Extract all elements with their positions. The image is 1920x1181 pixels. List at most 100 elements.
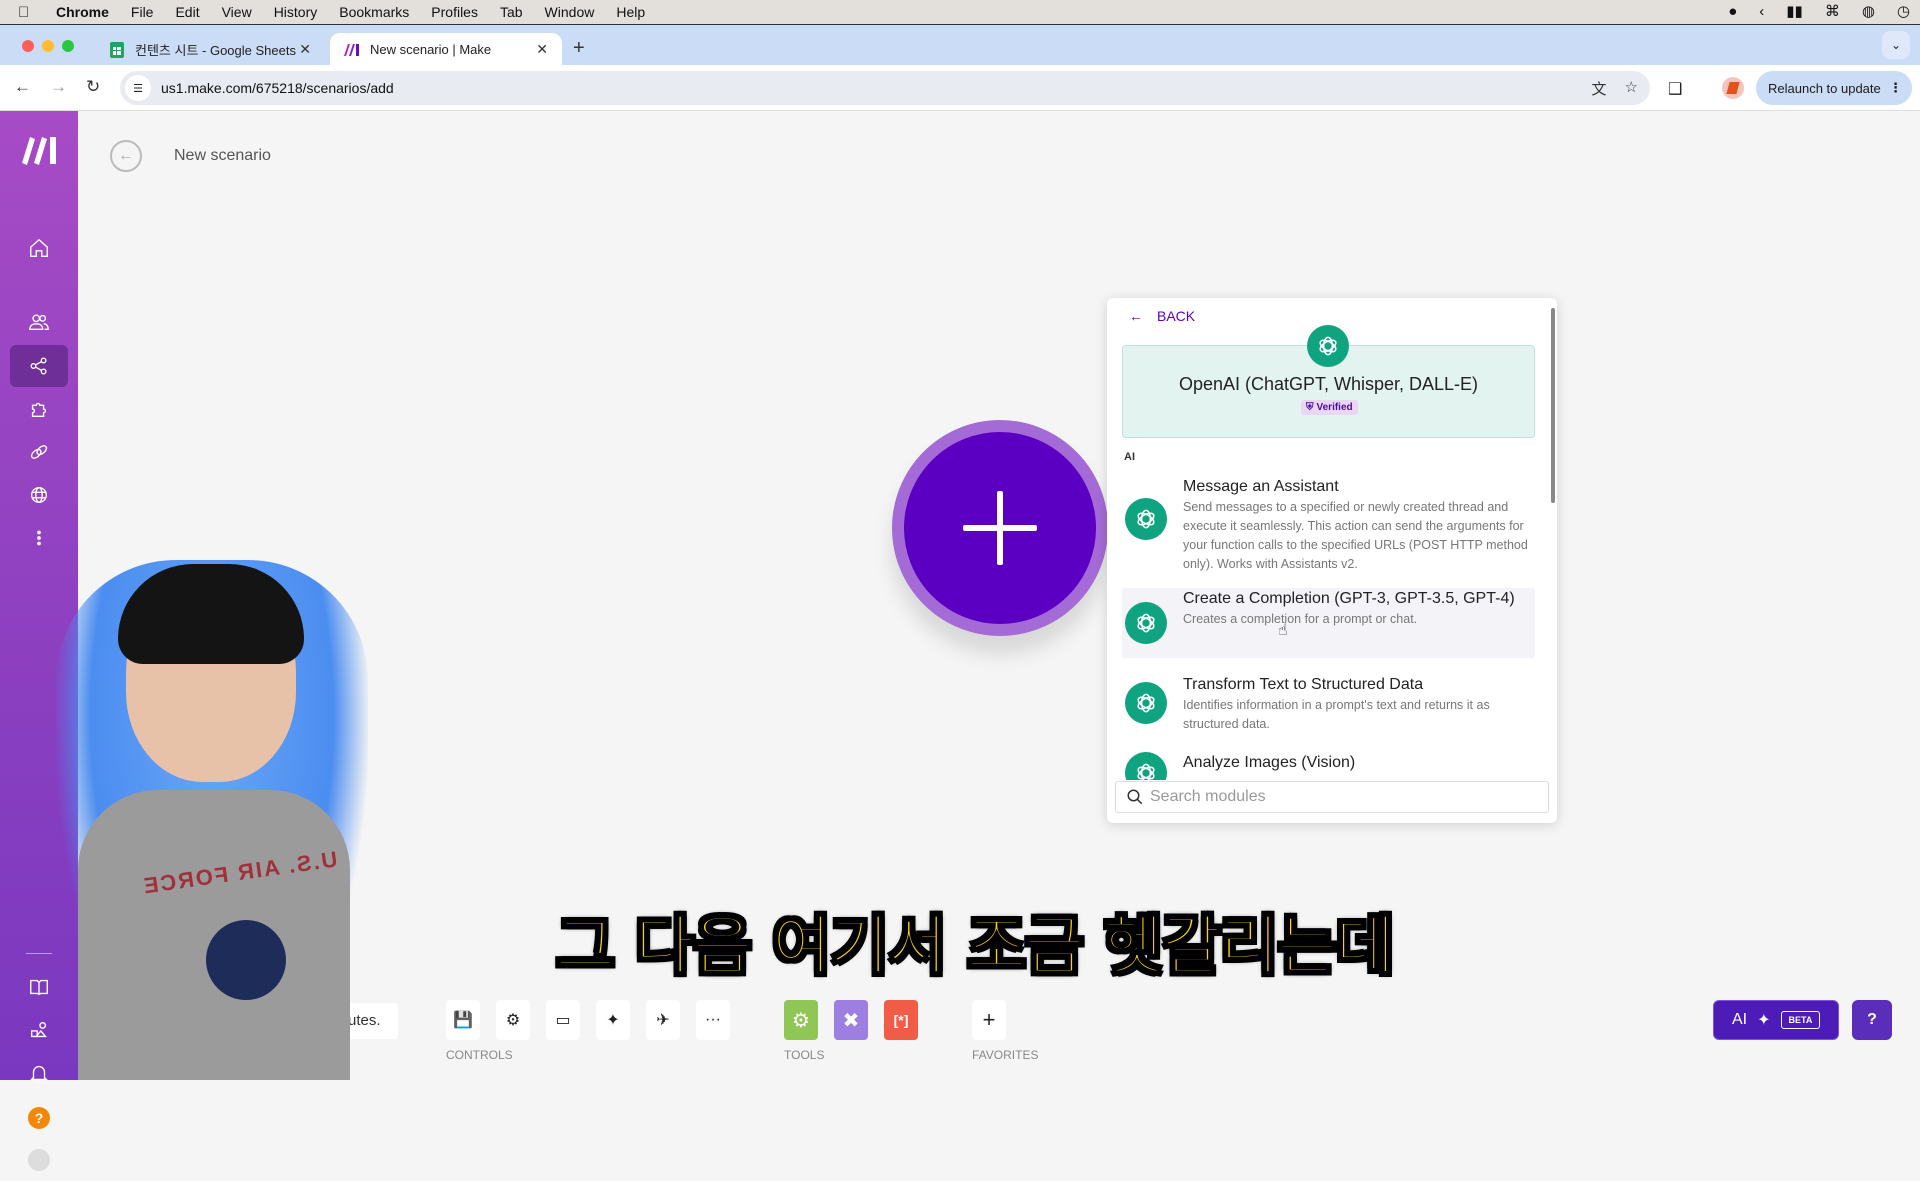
- module-item[interactable]: Create a Completion (GPT-3, GPT-3.5, GPT…: [1122, 588, 1535, 658]
- forward-arrow-icon[interactable]: →: [50, 77, 67, 97]
- menu-help[interactable]: Help: [616, 4, 645, 20]
- scenario-settings-button[interactable]: ⚙: [496, 1000, 530, 1040]
- close-tab-icon[interactable]: ✕: [299, 41, 311, 58]
- ellipsis-icon: ···: [705, 1011, 721, 1028]
- relaunch-label: Relaunch to update: [1768, 80, 1881, 96]
- auto-align-button[interactable]: ✦: [596, 1000, 630, 1040]
- menu-window[interactable]: Window: [545, 4, 595, 20]
- ai-assistant-button[interactable]: AI ✦ BETA: [1713, 1000, 1839, 1040]
- make-logo-icon[interactable]: [20, 135, 60, 165]
- scenario-title[interactable]: New scenario: [174, 147, 271, 165]
- help-chat-button[interactable]: ?: [1852, 1000, 1892, 1040]
- back-arrow-icon[interactable]: ←: [14, 77, 31, 97]
- menu-profiles[interactable]: Profiles: [431, 4, 478, 20]
- tab-search-button[interactable]: ⌄: [1882, 31, 1910, 59]
- site-settings-icon[interactable]: ☰: [125, 75, 151, 101]
- apple-icon[interactable]: : [18, 4, 38, 21]
- maximize-window-button[interactable]: [62, 40, 74, 52]
- back-circle-button[interactable]: ←: [110, 140, 142, 172]
- reload-icon[interactable]: ↻: [86, 77, 100, 97]
- add-module-button[interactable]: [892, 420, 1108, 636]
- kebab-menu-icon[interactable]: ⋮: [1889, 80, 1902, 96]
- address-bar[interactable]: ☰ us1.make.com/675218/scenarios/add 文 ☆: [120, 71, 1650, 105]
- pointer-hand-cursor-icon: ☝: [1278, 622, 1288, 639]
- control-center-icon[interactable]: ◍: [1862, 2, 1875, 20]
- module-item[interactable]: Analyze Images (Vision): [1122, 752, 1535, 780]
- search-modules-input[interactable]: [1150, 788, 1530, 806]
- scenario-header: ← New scenario: [110, 140, 271, 172]
- flow-control-button[interactable]: ⚙: [784, 1000, 818, 1040]
- menu-bookmarks[interactable]: Bookmarks: [339, 4, 409, 20]
- menu-history[interactable]: History: [274, 4, 318, 20]
- menu-app-name[interactable]: Chrome: [56, 4, 109, 20]
- battery-icon[interactable]: ▮▮: [1786, 2, 1803, 20]
- extensions-puzzle-icon[interactable]: ❑: [1668, 79, 1682, 99]
- translate-icon[interactable]: 文: [1592, 78, 1607, 99]
- back-button[interactable]: ← BACK: [1129, 308, 1195, 324]
- sidebar-item-more[interactable]: [10, 517, 68, 559]
- more-vertical-icon: [37, 530, 41, 546]
- sidebar-item-webhooks[interactable]: [10, 474, 68, 516]
- record-icon[interactable]: ●: [1728, 3, 1737, 20]
- section-label: AI: [1124, 451, 1135, 463]
- sidebar-item-profile[interactable]: [10, 1139, 68, 1181]
- presenter-hair: [118, 564, 304, 664]
- chevron-left-icon[interactable]: ‹: [1759, 3, 1764, 20]
- controls-label: CONTROLS: [446, 1048, 513, 1062]
- panel-scrollbar[interactable]: [1551, 308, 1555, 503]
- save-button[interactable]: 💾: [446, 1000, 480, 1040]
- verified-badge: ⛨ Verified: [1301, 400, 1358, 415]
- module-title: Create a Completion (GPT-3, GPT-3.5, GPT…: [1183, 590, 1515, 607]
- search-modules-field[interactable]: [1115, 781, 1549, 813]
- menu-file[interactable]: File: [131, 4, 154, 20]
- gear-icon: ⚙: [505, 1012, 521, 1029]
- openai-logo-icon: [1307, 325, 1349, 367]
- tab-google-sheets[interactable]: 컨텐츠 시트 - Google Sheets ✕: [95, 33, 325, 66]
- sidebar-item-connections[interactable]: [10, 431, 68, 473]
- module-description: Identifies information in a prompt's tex…: [1183, 698, 1490, 731]
- menu-edit[interactable]: Edit: [175, 4, 199, 20]
- module-title: Transform Text to Structured Data: [1183, 676, 1424, 693]
- menu-tab[interactable]: Tab: [500, 4, 523, 20]
- profile-avatar[interactable]: [1722, 77, 1744, 99]
- status-icons: ● ‹ ▮▮ ⌘ ◍ ◷: [1728, 2, 1910, 21]
- more-controls-button[interactable]: ···: [696, 1000, 730, 1040]
- module-description: Creates a completion for a prompt or cha…: [1183, 612, 1418, 626]
- airplane-icon: ✈: [656, 1012, 670, 1029]
- sidebar-item-home[interactable]: [10, 227, 68, 269]
- module-description: Send messages to a specified or newly cr…: [1183, 500, 1528, 571]
- sidebar-item-team[interactable]: [10, 301, 68, 343]
- minimize-window-button[interactable]: [42, 40, 54, 52]
- text-parser-button[interactable]: [*]: [884, 1000, 918, 1040]
- sidebar-item-help[interactable]: ?: [10, 1097, 68, 1139]
- browser-tab-strip: 컨텐츠 시트 - Google Sheets ✕ New scenario | …: [0, 24, 1920, 66]
- module-item[interactable]: Message an Assistant Send messages to a …: [1122, 476, 1535, 576]
- module-picker-panel: ← BACK OpenAI (ChatGPT, Whisper, DALL-E)…: [1107, 298, 1557, 823]
- tab-title: 컨텐츠 시트 - Google Sheets: [135, 43, 296, 58]
- sidebar-item-scenarios[interactable]: [10, 345, 68, 387]
- relaunch-to-update-button[interactable]: Relaunch to update ⋮: [1756, 71, 1912, 105]
- openai-logo-icon: [1125, 682, 1167, 724]
- plus-icon: +: [982, 1007, 996, 1032]
- tab-make-scenario[interactable]: New scenario | Make ✕: [330, 33, 562, 66]
- explain-flow-button[interactable]: ✈: [646, 1000, 680, 1040]
- globe-icon: [30, 486, 48, 504]
- ai-label: AI: [1732, 1011, 1748, 1028]
- bookmark-star-icon[interactable]: ☆: [1625, 78, 1638, 99]
- menu-view[interactable]: View: [222, 4, 252, 20]
- clock-icon[interactable]: ◷: [1897, 2, 1910, 20]
- close-window-button[interactable]: [22, 40, 34, 52]
- tools-button[interactable]: ✖: [834, 1000, 868, 1040]
- url-text[interactable]: us1.make.com/675218/scenarios/add: [161, 80, 394, 96]
- module-item[interactable]: Transform Text to Structured Data Identi…: [1122, 674, 1535, 736]
- close-tab-icon[interactable]: ✕: [536, 41, 548, 58]
- search-icon: [1127, 789, 1143, 805]
- shapes-icon: [30, 1021, 47, 1038]
- sidebar-item-templates[interactable]: [10, 388, 68, 430]
- tab-title: New scenario | Make: [370, 42, 492, 57]
- wifi-icon[interactable]: ⌘: [1825, 2, 1840, 20]
- new-tab-button[interactable]: +: [573, 37, 585, 60]
- tools-label: TOOLS: [784, 1048, 825, 1062]
- notes-button[interactable]: ▭: [546, 1000, 580, 1040]
- add-favorite-button[interactable]: +: [972, 1000, 1006, 1040]
